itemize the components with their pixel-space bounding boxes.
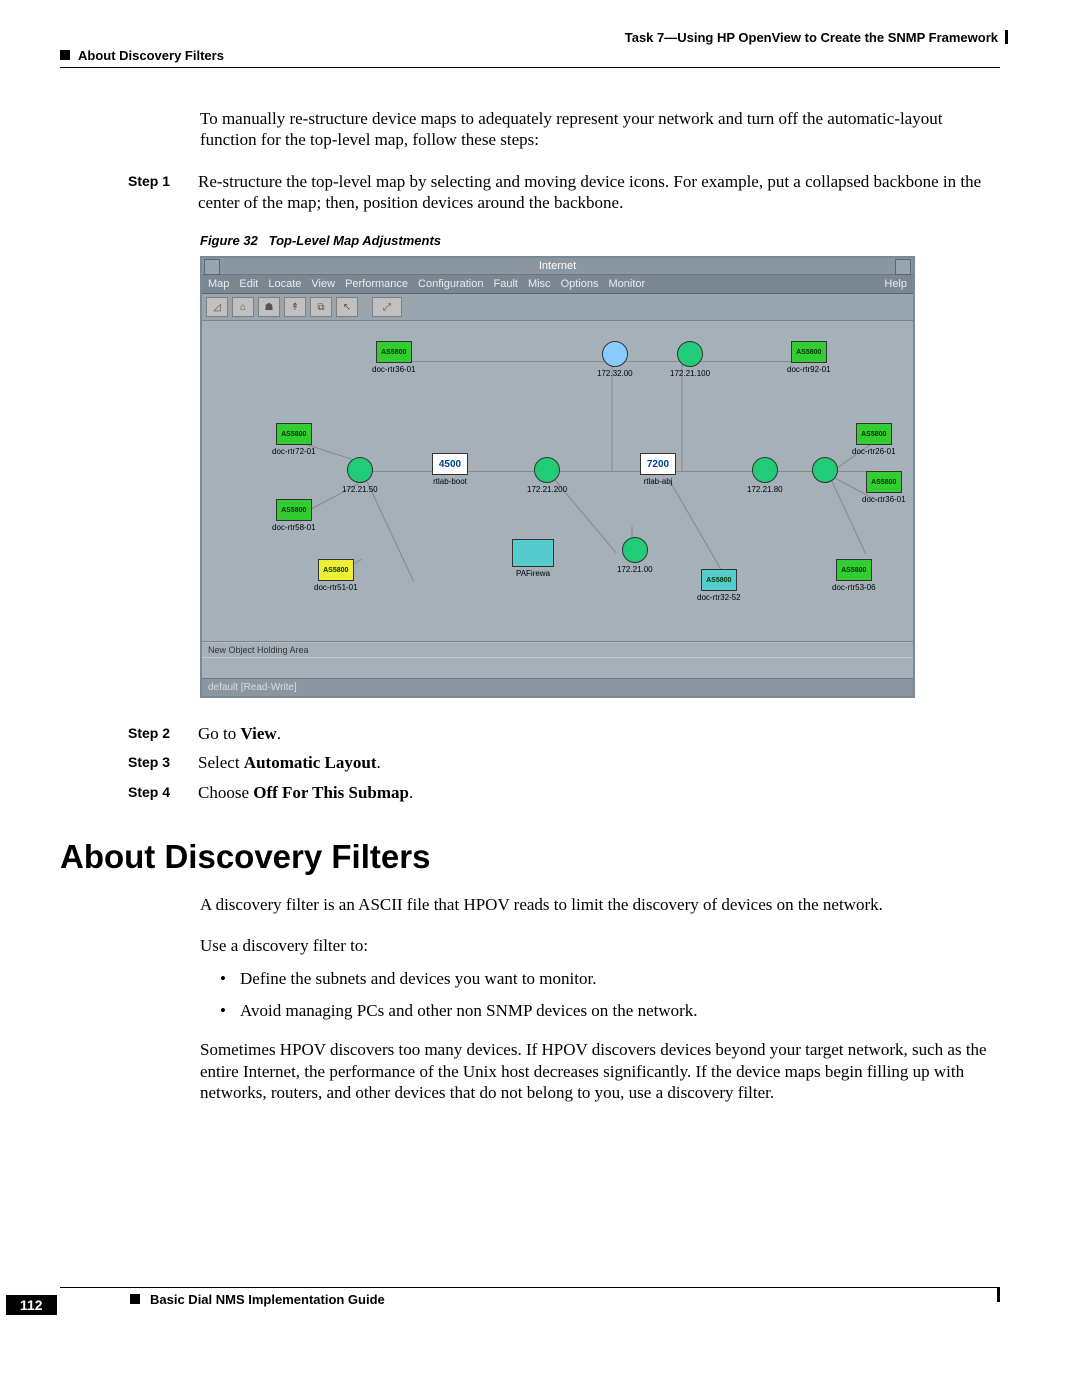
footer: Basic Dial NMS Implementation Guide — [60, 1287, 1000, 1307]
toolbar: ◿ ⌂ ☗ ↟ ⧉ ↖ ⤢ — [202, 294, 913, 321]
tool-root-icon[interactable]: ☗ — [258, 297, 280, 317]
menu-performance[interactable]: Performance — [345, 278, 408, 290]
intro-paragraph: To manually re-structure device maps to … — [200, 108, 1000, 151]
header-marker — [60, 50, 70, 60]
node-as5800-8[interactable]: AS5800doc-rtr32-52 — [697, 569, 741, 602]
menu-options[interactable]: Options — [561, 278, 599, 290]
node-circle-5[interactable] — [812, 457, 838, 485]
node-circle-3[interactable]: 172.21.200 — [527, 457, 567, 494]
node-as5800-4[interactable]: AS5800doc-rtr26-01 — [852, 423, 896, 456]
window-max-icon — [895, 259, 911, 275]
menu-configuration[interactable]: Configuration — [418, 278, 483, 290]
header-task-title: Task 7—Using HP OpenView to Create the S… — [625, 30, 1000, 45]
menu-help[interactable]: Help — [884, 278, 907, 290]
node-as5800-1[interactable]: AS5800doc-rtr36-01 — [372, 341, 416, 374]
node-circle-2[interactable]: 172.21.50 — [342, 457, 378, 494]
status-area: New Object Holding Area — [202, 642, 913, 657]
figure-caption: Figure 32 Top-Level Map Adjustments — [200, 233, 1000, 248]
header-section-title: About Discovery Filters — [78, 48, 224, 63]
footer-guide-title: Basic Dial NMS Implementation Guide — [150, 1292, 385, 1307]
step-1: Step 1 Re-structure the top-level map by… — [60, 171, 1000, 214]
node-as5800-6[interactable]: AS5800doc-rtr58-01 — [272, 499, 316, 532]
window-title: Internet — [539, 260, 576, 272]
menu-map[interactable]: Map — [208, 278, 229, 290]
footer-marker — [130, 1294, 140, 1304]
step-4-text: Choose Off For This Submap. — [198, 782, 1000, 803]
tool-cursor-icon[interactable]: ↖ — [336, 297, 358, 317]
tool-zoom-icon[interactable]: ⤢ — [372, 297, 402, 317]
bullet-list: •Define the subnets and devices you want… — [220, 966, 1000, 1023]
node-circle-4[interactable]: 172.21.80 — [747, 457, 783, 494]
tool-home-icon[interactable]: ⌂ — [232, 297, 254, 317]
node-cloud-1[interactable]: 172.32.00 — [597, 341, 633, 378]
window-menu-icon — [204, 259, 220, 275]
bullet-2: •Avoid managing PCs and other non SNMP d… — [220, 998, 1000, 1024]
hpov-window: Internet Map Edit Locate View Performanc… — [200, 256, 915, 698]
section-p2: Use a discovery filter to: — [200, 935, 1000, 956]
node-as5800-7[interactable]: AS5800doc-rtr51-01 — [314, 559, 358, 592]
node-as5800-9[interactable]: AS5800doc-rtr53-06 — [832, 559, 876, 592]
section-p3: Sometimes HPOV discovers too many device… — [200, 1039, 1000, 1103]
step-3-label: Step 3 — [128, 752, 198, 772]
figure-32: Internet Map Edit Locate View Performanc… — [200, 256, 915, 698]
node-firewall[interactable]: PAFirewa — [512, 539, 554, 578]
status-bar: default [Read-Write] — [202, 678, 913, 696]
tool-chart-icon[interactable]: ◿ — [206, 297, 228, 317]
section-p1: A discovery filter is an ASCII file that… — [200, 894, 1000, 915]
menu-view[interactable]: View — [311, 278, 335, 290]
tool-up-icon[interactable]: ↟ — [284, 297, 306, 317]
node-as5800-2[interactable]: AS5800doc-rtr92-01 — [787, 341, 831, 374]
step-3: Step 3 Select Automatic Layout. — [60, 752, 1000, 773]
tool-overlay-icon[interactable]: ⧉ — [310, 297, 332, 317]
step-2-label: Step 2 — [128, 723, 198, 743]
window-titlebar: Internet — [202, 258, 913, 275]
footer-end-mark — [997, 1288, 1000, 1302]
bullet-1: •Define the subnets and devices you want… — [220, 966, 1000, 992]
menubar: Map Edit Locate View Performance Configu… — [202, 275, 913, 294]
step-1-text: Re-structure the top-level map by select… — [198, 171, 1000, 214]
menu-locate[interactable]: Locate — [268, 278, 301, 290]
section-heading: About Discovery Filters — [60, 838, 1000, 876]
step-1-label: Step 1 — [128, 171, 198, 191]
menu-misc[interactable]: Misc — [528, 278, 551, 290]
page-number: 112 — [6, 1295, 57, 1315]
node-4500[interactable]: 4500rtlab-boot — [432, 453, 468, 486]
step-3-text: Select Automatic Layout. — [198, 752, 1000, 773]
figure-number: Figure 32 — [200, 233, 258, 248]
node-7200[interactable]: 7200rtlab-abj — [640, 453, 676, 486]
node-as5800-5[interactable]: AS5800doc-rtr36-01 — [862, 471, 906, 504]
header-rule — [60, 67, 1000, 68]
step-4-label: Step 4 — [128, 782, 198, 802]
menu-fault[interactable]: Fault — [493, 278, 517, 290]
node-as5800-3[interactable]: AS5800doc-rtr72-01 — [272, 423, 316, 456]
map-canvas[interactable]: AS5800doc-rtr36-01 172.32.00 172.21.100 … — [202, 321, 913, 642]
node-circle-1[interactable]: 172.21.100 — [670, 341, 710, 378]
step-4: Step 4 Choose Off For This Submap. — [60, 782, 1000, 803]
step-2: Step 2 Go to View. — [60, 723, 1000, 744]
menu-monitor[interactable]: Monitor — [608, 278, 645, 290]
figure-title: Top-Level Map Adjustments — [269, 233, 441, 248]
node-circle-6[interactable]: 172.21.00 — [617, 537, 653, 574]
menu-edit[interactable]: Edit — [239, 278, 258, 290]
step-2-text: Go to View. — [198, 723, 1000, 744]
